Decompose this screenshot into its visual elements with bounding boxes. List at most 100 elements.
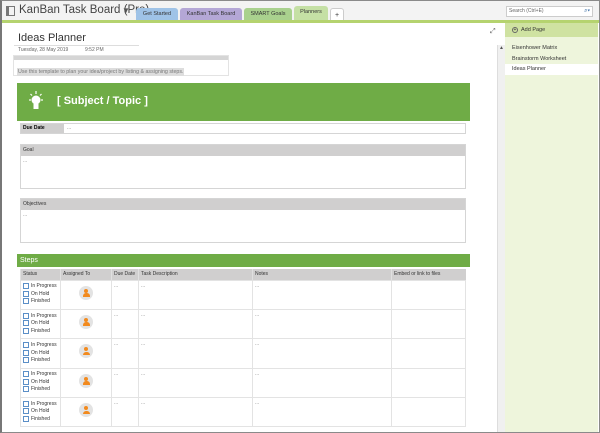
checkbox[interactable] xyxy=(23,357,29,364)
goal-box[interactable]: Goal ... xyxy=(20,144,466,189)
checkbox[interactable] xyxy=(23,386,29,393)
checkbox[interactable] xyxy=(23,283,29,290)
objectives-box[interactable]: Objectives ... xyxy=(20,198,466,243)
objectives-label: Objectives xyxy=(21,199,465,210)
person-icon[interactable] xyxy=(79,373,93,388)
chevron-down-icon[interactable]: ▼ xyxy=(122,6,130,15)
person-icon[interactable] xyxy=(79,403,93,418)
checkbox[interactable] xyxy=(23,290,29,297)
table-row: In Progress On Hold Finished......... xyxy=(20,308,466,340)
instruction-note[interactable]: Use this template to plan your idea/proj… xyxy=(13,55,229,76)
steps-header: Steps xyxy=(17,254,470,267)
status-option[interactable]: On Hold xyxy=(23,319,58,327)
status-option[interactable]: On Hold xyxy=(23,408,58,416)
search-icon[interactable]: ⌕▾ xyxy=(584,7,590,16)
vertical-scrollbar[interactable]: ▲ xyxy=(497,45,505,432)
assigned-cell[interactable] xyxy=(60,367,112,399)
table-row: In Progress On Hold Finished......... xyxy=(20,338,466,369)
task-cell[interactable]: ... xyxy=(138,308,253,340)
checkbox[interactable] xyxy=(23,378,29,385)
due-date-cell[interactable]: ... xyxy=(111,397,139,428)
status-option[interactable]: In Progress xyxy=(23,341,58,349)
status-label: In Progress xyxy=(31,400,57,407)
table-row: In Progress On Hold Finished......... xyxy=(20,279,466,310)
status-label: On Hold xyxy=(31,290,50,297)
embed-cell[interactable] xyxy=(391,279,466,310)
embed-cell[interactable] xyxy=(391,367,466,399)
task-cell[interactable]: ... xyxy=(138,279,253,310)
notes-cell[interactable]: ... xyxy=(252,367,392,399)
embed-cell[interactable] xyxy=(391,338,466,369)
checkbox[interactable] xyxy=(23,320,29,327)
status-label: On Hold xyxy=(31,320,50,327)
checkbox[interactable] xyxy=(23,342,29,349)
task-cell[interactable]: ... xyxy=(138,397,253,428)
assigned-cell[interactable] xyxy=(60,397,112,428)
task-cell[interactable]: ... xyxy=(138,338,253,369)
assigned-cell[interactable] xyxy=(60,308,112,340)
status-cell: In Progress On Hold Finished xyxy=(20,279,61,310)
scroll-up-icon[interactable]: ▲ xyxy=(498,45,505,51)
objectives-value[interactable]: ... xyxy=(21,210,465,220)
notes-cell[interactable]: ... xyxy=(252,308,392,340)
person-icon[interactable] xyxy=(79,285,93,300)
col-notes: Notes xyxy=(252,269,392,280)
status-option[interactable]: Finished xyxy=(23,415,58,423)
checkbox[interactable] xyxy=(23,298,29,305)
checkbox[interactable] xyxy=(23,408,29,415)
page-title[interactable]: Ideas Planner xyxy=(18,32,86,44)
task-cell[interactable]: ... xyxy=(138,367,253,399)
notes-cell[interactable]: ... xyxy=(252,397,392,428)
status-option[interactable]: In Progress xyxy=(23,312,58,320)
status-option[interactable]: In Progress xyxy=(23,400,58,408)
status-option[interactable]: Finished xyxy=(23,386,58,394)
status-option[interactable]: In Progress xyxy=(23,371,58,379)
status-cell: In Progress On Hold Finished xyxy=(20,367,61,399)
status-label: Finished xyxy=(31,357,50,364)
status-option[interactable]: In Progress xyxy=(23,283,58,291)
goal-value[interactable]: ... xyxy=(21,156,465,166)
page-item-ideas-planner[interactable]: Ideas Planner xyxy=(505,64,598,75)
status-option[interactable]: Finished xyxy=(23,298,58,306)
status-option[interactable]: Finished xyxy=(23,327,58,335)
checkbox[interactable] xyxy=(23,415,29,422)
status-option[interactable]: On Hold xyxy=(23,378,58,386)
notes-cell[interactable]: ... xyxy=(252,279,392,310)
due-date-value[interactable]: ... xyxy=(67,124,71,133)
checkbox[interactable] xyxy=(23,349,29,356)
person-icon[interactable] xyxy=(79,314,93,329)
due-date-cell[interactable]: ... xyxy=(111,338,139,369)
page-list-sidebar: + Add Page Eisenhower Matrix Brainstorm W… xyxy=(505,23,598,432)
embed-cell[interactable] xyxy=(391,308,466,340)
status-label: On Hold xyxy=(31,349,50,356)
due-date-field[interactable]: Due Date ... xyxy=(20,123,466,134)
checkbox[interactable] xyxy=(23,400,29,407)
embed-cell[interactable] xyxy=(391,397,466,428)
subject-title[interactable]: [ Subject / Topic ] xyxy=(57,95,148,107)
status-option[interactable]: On Hold xyxy=(23,349,58,357)
add-page-label: Add Page xyxy=(521,27,546,33)
page-item-brainstorm-worksheet[interactable]: Brainstorm Worksheet xyxy=(505,54,598,65)
page-time: 9:52 PM xyxy=(85,47,104,53)
search-input[interactable]: Search (Ctrl+E) ⌕▾ xyxy=(506,6,593,17)
status-option[interactable]: Finished xyxy=(23,356,58,364)
checkbox[interactable] xyxy=(23,312,29,319)
status-label: On Hold xyxy=(31,378,50,385)
checkbox[interactable] xyxy=(23,371,29,378)
assigned-cell[interactable] xyxy=(60,279,112,310)
goal-label: Goal xyxy=(21,145,465,156)
add-page-button[interactable]: + Add Page xyxy=(505,23,598,37)
assigned-cell[interactable] xyxy=(60,338,112,369)
due-date-cell[interactable]: ... xyxy=(111,308,139,340)
status-option[interactable]: On Hold xyxy=(23,290,58,298)
due-date-cell[interactable]: ... xyxy=(111,367,139,399)
status-label: In Progress xyxy=(31,283,57,290)
due-date-cell[interactable]: ... xyxy=(111,279,139,310)
expand-icon[interactable]: ⤢ xyxy=(490,28,496,36)
person-icon[interactable] xyxy=(79,344,93,359)
tab-planners[interactable]: Planners xyxy=(294,6,328,21)
checkbox[interactable] xyxy=(23,327,29,334)
notes-cell[interactable]: ... xyxy=(252,338,392,369)
page-date: Tuesday, 28 May 2019 xyxy=(18,47,69,53)
page-item-eisenhower-matrix[interactable]: Eisenhower Matrix xyxy=(505,43,598,54)
